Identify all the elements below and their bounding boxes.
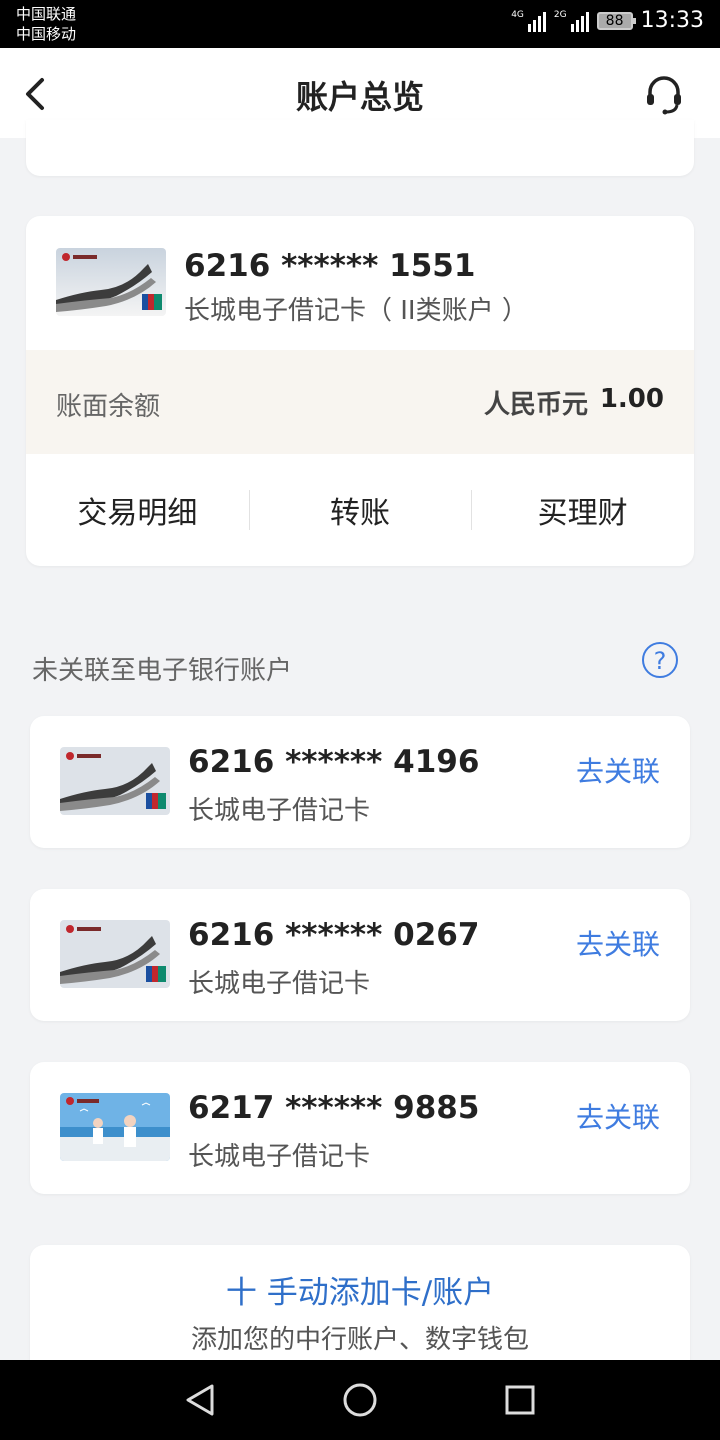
question-circle-icon[interactable]: ?: [642, 642, 678, 678]
account-number: 6217 ****** 9885: [188, 1090, 480, 1126]
great-wall-card-image: [60, 920, 170, 988]
link-account-button[interactable]: 去关联: [576, 750, 660, 790]
signal-1-label: 4G: [511, 9, 524, 20]
system-recents-button[interactable]: [500, 1380, 540, 1420]
balance-row: 账面余额 人民币元 1.00: [26, 350, 694, 454]
link-account-button[interactable]: 去关联: [576, 923, 660, 963]
account-number: 6216 ****** 1551: [184, 248, 476, 284]
carrier-2: 中国移动: [16, 25, 77, 43]
battery-level: 88: [605, 12, 624, 29]
account-type: 长城电子借记卡: [188, 969, 371, 999]
account-type: 长城电子借记卡: [188, 796, 371, 826]
primary-account-card: 6216 ****** 1551 长城电子借记卡（ II类账户 ） 账面余额 人…: [26, 216, 694, 566]
carrier-1: 中国联通: [16, 5, 77, 23]
wealth-management-button[interactable]: 买理财: [471, 454, 694, 566]
account-actions: 交易明细 转账 买理财: [26, 454, 694, 566]
great-wall-card-image: [56, 248, 166, 316]
page-title: 账户总览: [295, 78, 424, 116]
account-number: 6216 ****** 4196: [188, 744, 480, 780]
previous-card-remnant: [26, 120, 694, 176]
signal-1-icon: 4G: [511, 10, 546, 32]
system-back-button[interactable]: [180, 1380, 220, 1420]
triangle-back-icon: [186, 1384, 214, 1416]
add-account-title[interactable]: 十 手动添加卡/账户: [30, 1267, 690, 1312]
great-wall-card-image: [60, 747, 170, 815]
signal-2-label: 2G: [553, 9, 567, 20]
account-number: 6216 ****** 0267: [188, 917, 480, 953]
transfer-button[interactable]: 转账: [248, 454, 472, 566]
balance-amount: 1.00: [599, 384, 664, 414]
beach-card-image: [60, 1093, 170, 1161]
customer-service-button[interactable]: [642, 72, 686, 116]
system-home-button[interactable]: [340, 1380, 380, 1420]
unlinked-account-card: 6216 ****** 4196 长城电子借记卡 去关联: [30, 716, 690, 848]
unlinked-account-card: 6217 ****** 9885 长城电子借记卡 去关联: [30, 1062, 690, 1194]
status-indicators: 4G 2G 88 13:33: [511, 8, 704, 33]
carrier-info: 中国联通 中国移动: [16, 4, 76, 44]
signal-2-icon: 2G: [554, 10, 589, 32]
add-account-subtitle: 添加您的中行账户、数字钱包: [190, 1325, 529, 1355]
battery-icon: 88: [596, 11, 636, 30]
circle-home-icon: [343, 1383, 377, 1417]
account-type: 长城电子借记卡（ II类账户 ）: [184, 296, 528, 326]
unlinked-account-card: 6216 ****** 0267 长城电子借记卡 去关联: [30, 889, 690, 1021]
square-recents-icon: [505, 1385, 535, 1415]
balance-currency: 人民币元: [483, 390, 588, 420]
balance-label: 账面余额: [56, 392, 161, 422]
unlinked-section-title: 未关联至电子银行账户: [32, 656, 293, 686]
transaction-details-button[interactable]: 交易明细: [26, 454, 249, 566]
clock: 13:33: [640, 8, 704, 33]
headset-icon: [647, 76, 681, 115]
system-nav-bar: [0, 1360, 720, 1440]
account-type: 长城电子借记卡: [188, 1142, 371, 1172]
link-account-button[interactable]: 去关联: [576, 1096, 660, 1136]
status-bar: 中国联通 中国移动 4G 2G 88 13:33: [0, 0, 720, 48]
